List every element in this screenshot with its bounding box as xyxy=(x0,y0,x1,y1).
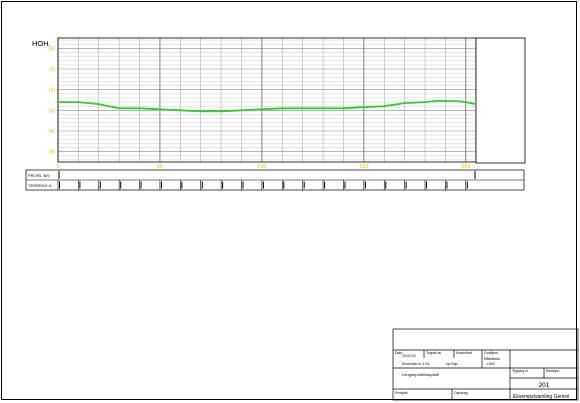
note-left: Eksempel nr 3 Nr. xyxy=(402,362,430,366)
station-markers xyxy=(57,171,476,190)
dato-value: 15.03.03 xyxy=(402,354,416,358)
y-tick-label: 50 xyxy=(49,108,55,114)
y-tick-label: 70 xyxy=(49,67,55,73)
note-right: Ny linje xyxy=(446,362,458,366)
godkjent-label: Godkjent xyxy=(484,351,498,355)
row-label-terrain-h: TERRENG H. xyxy=(28,183,53,188)
tegnet-label: Tegnet av xyxy=(426,351,441,355)
y-tick-label: 60 xyxy=(49,88,55,94)
x-tick-label: 50 xyxy=(157,164,163,170)
profile-drawing: HOH. 304050607080 0 50 100 150 200 PROFIL NR… xyxy=(25,37,579,401)
y-tick-label: 80 xyxy=(49,46,55,52)
project-name: Eksempelsamling Gemini xyxy=(513,394,569,400)
kontrollert-label: Kontrollert xyxy=(456,351,472,355)
chart-grid xyxy=(57,38,476,162)
y-tick-labels: 30 40 50 60 70 80 xyxy=(49,46,55,155)
revisjon-label: Revisjon xyxy=(546,369,559,373)
x-tick-label: 0 xyxy=(56,164,59,170)
malestokk-value: 1:500 xyxy=(486,362,495,366)
x-tick-label: 100 xyxy=(257,164,266,170)
oppdrag-label: Oppdrag xyxy=(454,391,468,395)
drawing-type: Lengdeprofil/fasprofil xyxy=(402,372,439,377)
y-tick-label: 30 xyxy=(49,150,55,156)
drawing-number: 201 xyxy=(539,382,550,389)
y-tick-label: 40 xyxy=(49,129,55,135)
tegning-nr-label: Tegning nr xyxy=(512,369,529,373)
x-tick-label: 200 xyxy=(461,164,470,170)
drawing-sheet: HOH. 30 40 50 60 70 80 0 50 100 150 200 PROFIL NR… xyxy=(0,0,580,403)
x-tick-labels: 0 50 100 150 200 xyxy=(56,164,470,170)
malestokk-label: Målestokk xyxy=(484,357,500,361)
chart-side-panel xyxy=(475,37,526,164)
row-label-profile-nr: PROFIL NR. xyxy=(28,173,50,178)
x-tick-label: 150 xyxy=(359,164,368,170)
prosjekt-label: Prosjekt xyxy=(395,391,408,395)
